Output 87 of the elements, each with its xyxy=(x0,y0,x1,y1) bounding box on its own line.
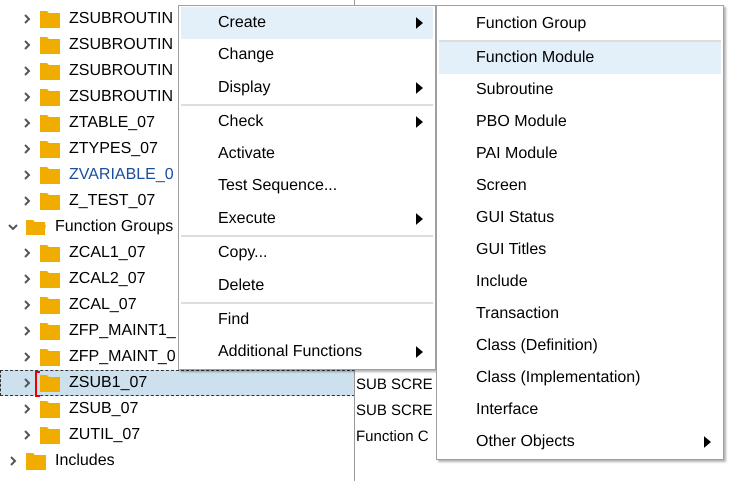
expand-chevron-icon[interactable] xyxy=(22,430,32,440)
tree-item-label[interactable]: ZSUBROUTIN xyxy=(69,36,173,54)
tree-item-label[interactable]: ZSUBROUTIN xyxy=(69,88,173,106)
folder-icon xyxy=(40,36,60,54)
folder-icon xyxy=(40,244,60,262)
tree-item-label[interactable]: ZCAL1_07 xyxy=(69,244,146,262)
menu-item[interactable]: Copy... xyxy=(181,237,433,269)
menu-item[interactable]: Change xyxy=(181,39,433,71)
expand-chevron-icon[interactable] xyxy=(22,300,32,310)
menu-item[interactable]: Screen xyxy=(439,170,721,202)
folder-icon xyxy=(40,400,60,418)
description-cell: Function C xyxy=(356,428,429,445)
folder-icon xyxy=(40,322,60,340)
folder-icon xyxy=(40,10,60,28)
expand-chevron-icon[interactable] xyxy=(22,144,32,154)
expand-chevron-icon[interactable] xyxy=(22,14,32,24)
open-folder-icon xyxy=(26,218,46,236)
folder-icon xyxy=(40,270,60,288)
expand-chevron-icon[interactable] xyxy=(22,92,32,102)
folder-icon xyxy=(40,374,60,392)
tree-item-label[interactable]: ZUTIL_07 xyxy=(69,426,140,444)
submenu-arrow-icon xyxy=(416,17,423,29)
menu-item[interactable]: Execute xyxy=(181,202,433,237)
menu-item[interactable]: Function Module xyxy=(439,42,721,74)
menu-item[interactable]: Activate xyxy=(181,138,433,170)
expand-chevron-icon[interactable] xyxy=(22,274,32,284)
expand-chevron-icon[interactable] xyxy=(22,40,32,50)
tree-item-label[interactable]: ZSUB1_07 xyxy=(69,374,148,392)
menu-item[interactable]: Class (Implementation) xyxy=(439,362,721,394)
collapse-chevron-icon[interactable] xyxy=(8,222,18,232)
menu-item[interactable]: Create xyxy=(181,7,433,39)
expand-chevron-icon[interactable] xyxy=(22,248,32,258)
description-cell: SUB SCRE xyxy=(356,376,433,393)
folder-icon xyxy=(40,140,60,158)
tree-item-label[interactable]: Includes xyxy=(55,452,115,470)
expand-chevron-icon[interactable] xyxy=(22,378,32,388)
menu-item[interactable]: Find xyxy=(181,304,433,336)
menu-item[interactable]: PAI Module xyxy=(439,138,721,170)
folder-icon xyxy=(40,426,60,444)
tree-item-label[interactable]: Function Groups xyxy=(55,218,174,236)
folder-icon xyxy=(40,296,60,314)
menu-item[interactable]: GUI Titles xyxy=(439,234,721,266)
expand-chevron-icon[interactable] xyxy=(22,326,32,336)
menu-item[interactable]: Other Objects xyxy=(439,426,721,458)
tree-item-label[interactable]: ZFP_MAINT_0 xyxy=(69,348,176,366)
tree-item-label[interactable]: ZTYPES_07 xyxy=(69,140,158,158)
expand-chevron-icon[interactable] xyxy=(22,352,32,362)
menu-item[interactable]: Class (Definition) xyxy=(439,330,721,362)
tree-item-label[interactable]: Z_TEST_07 xyxy=(69,192,156,210)
submenu-arrow-icon xyxy=(416,82,423,94)
tree-item-label[interactable]: ZFP_MAINT1_ xyxy=(69,322,176,340)
submenu-arrow-icon xyxy=(416,116,423,128)
expand-chevron-icon[interactable] xyxy=(8,456,18,466)
tree-item-label[interactable]: ZCAL_07 xyxy=(69,296,137,314)
folder-icon xyxy=(40,166,60,184)
menu-item[interactable]: Subroutine xyxy=(439,74,721,106)
menu-item[interactable]: Transaction xyxy=(439,298,721,330)
menu-item[interactable]: Delete xyxy=(181,269,433,304)
menu-item[interactable]: GUI Status xyxy=(439,202,721,234)
expand-chevron-icon[interactable] xyxy=(22,196,32,206)
submenu-arrow-icon xyxy=(704,436,711,448)
submenu-arrow-icon xyxy=(416,346,423,358)
menu-item[interactable]: PBO Module xyxy=(439,106,721,138)
folder-icon xyxy=(26,452,46,470)
menu-item[interactable]: Additional Functions xyxy=(181,336,433,368)
tree-item-label[interactable]: ZSUBROUTIN xyxy=(69,62,173,80)
folder-icon xyxy=(40,192,60,210)
menu-item[interactable]: Include xyxy=(439,266,721,298)
expand-chevron-icon[interactable] xyxy=(22,66,32,76)
expand-chevron-icon[interactable] xyxy=(22,170,32,180)
description-cell: SUB SCRE xyxy=(356,402,433,419)
expand-chevron-icon[interactable] xyxy=(22,404,32,414)
folder-icon xyxy=(40,114,60,132)
menu-item[interactable]: Display xyxy=(181,71,433,106)
expand-chevron-icon[interactable] xyxy=(22,118,32,128)
tree-item-label[interactable]: ZSUBROUTIN xyxy=(69,10,173,28)
tree-item-label[interactable]: ZCAL2_07 xyxy=(69,270,146,288)
tree-item-label[interactable]: ZTABLE_07 xyxy=(69,114,155,132)
submenu-arrow-icon xyxy=(416,212,423,224)
tree-item-label[interactable]: ZSUB_07 xyxy=(69,400,138,418)
folder-icon xyxy=(40,348,60,366)
menu-item[interactable]: Check xyxy=(181,106,433,138)
tree-item-label[interactable]: ZVARIABLE_0 xyxy=(69,166,174,184)
menu-item[interactable]: Test Sequence... xyxy=(181,170,433,202)
menu-item[interactable]: Interface xyxy=(439,394,721,426)
folder-icon xyxy=(40,62,60,80)
folder-icon xyxy=(40,88,60,106)
